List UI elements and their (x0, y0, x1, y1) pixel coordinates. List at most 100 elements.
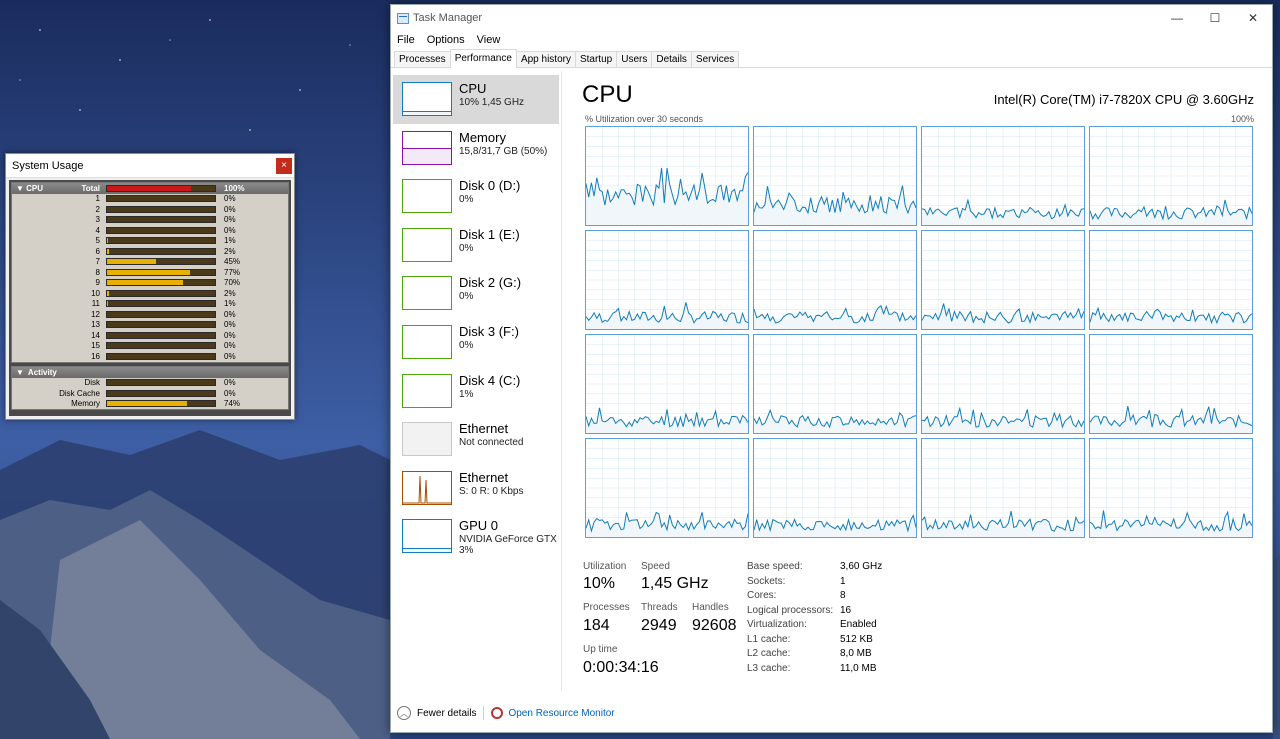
window-controls: — ☐ ✕ (1158, 5, 1272, 31)
cpu-core-graph (1089, 230, 1253, 330)
cpu-core-graph (753, 230, 917, 330)
core-pct: 0% (224, 309, 236, 319)
activity-header[interactable]: ▼ Activity (12, 366, 288, 378)
activity-pct: 0% (224, 378, 236, 388)
spec-key: L1 cache: (747, 633, 791, 645)
utilization-value: 10% (583, 575, 616, 592)
core-row: 6 2% (12, 246, 288, 257)
sidebar-item[interactable]: Disk 2 (G:) 0% (393, 269, 559, 318)
tab-startup[interactable]: Startup (574, 51, 618, 67)
core-rows: 1 0% 2 0% 3 0% 4 0% 5 1% 6 2% 7 45% 8 77% 9 70% 10 2% 11 1% 12… (12, 194, 288, 362)
core-bar (106, 342, 216, 350)
tab-performance[interactable]: Performance (449, 49, 517, 68)
core-bar-fill (107, 259, 156, 265)
spec-value: 11,0 MB (840, 662, 877, 674)
core-bar-fill (107, 248, 110, 254)
core-row: 5 1% (12, 236, 288, 247)
cpu-total-row: ▼ CPU Total 100% (12, 183, 288, 194)
sidebar-thumbnail (402, 325, 452, 359)
menu-view[interactable]: View (477, 34, 501, 46)
sidebar-thumbnail (402, 130, 452, 165)
sidebar-item[interactable]: Disk 0 (D:) 0% (393, 172, 559, 221)
sidebar-item-value: 0% (459, 242, 474, 254)
open-resource-monitor-label: Open Resource Monitor (508, 707, 615, 719)
uptime-label: Up time (583, 644, 618, 655)
menu-bar: File Options View (391, 31, 1272, 49)
core-bar (106, 300, 216, 308)
core-row: 12 0% (12, 309, 288, 320)
sidebar-item[interactable]: CPU 10% 1,45 GHz (393, 75, 559, 124)
utilization-axis-label: % Utilization over 30 seconds (585, 114, 704, 124)
sidebar-item[interactable]: Disk 3 (F:) 0% (393, 318, 559, 367)
sidebar-item-value: NVIDIA GeForce GTX 10! (459, 534, 559, 546)
spec-key: Logical processors: (747, 604, 834, 616)
activity-panel: ▼ Activity Disk 0% Disk Cache 0% Memory 74% (11, 365, 289, 410)
close-button[interactable]: ✕ (1234, 5, 1272, 31)
minimize-button[interactable]: — (1158, 5, 1196, 31)
spec-value: 16 (840, 604, 852, 616)
sidebar-item-value: Not connected (459, 437, 524, 449)
spec-key: Sockets: (747, 575, 786, 587)
chevron-up-icon: ︿ (397, 706, 411, 720)
core-bar (106, 310, 216, 318)
core-row: 14 0% (12, 330, 288, 341)
core-pct: 77% (224, 267, 241, 277)
core-label: 2 (95, 204, 100, 214)
core-row: 13 0% (12, 320, 288, 331)
sidebar-item[interactable]: Memory 15,8/31,7 GB (50%) (393, 124, 559, 173)
core-row: 1 0% (12, 194, 288, 205)
spec-row: Logical processors: 16 (747, 605, 947, 619)
tab-processes[interactable]: Processes (394, 51, 451, 67)
sidebar-thumbnail (402, 179, 452, 214)
open-resource-monitor-link[interactable]: Open Resource Monitor (491, 707, 615, 719)
footer: ︿ Fewer details Open Resource Monitor (391, 702, 1272, 724)
activity-bar (106, 379, 216, 387)
spec-value: 8,0 MB (840, 648, 872, 659)
handles-label: Handles (692, 602, 729, 613)
core-row: 9 70% (12, 278, 288, 289)
titlebar[interactable]: Task Manager — ☐ ✕ (391, 5, 1272, 31)
core-bar (106, 237, 216, 245)
core-bar-fill (107, 301, 109, 307)
sidebar-item[interactable]: Disk 1 (E:) 0% (393, 221, 559, 270)
tab-details[interactable]: Details (651, 51, 692, 67)
sidebar-item[interactable]: Disk 4 (C:) 1% (393, 367, 559, 416)
core-row: 16 0% (12, 351, 288, 362)
core-row: 4 0% (12, 225, 288, 236)
core-bar (106, 216, 216, 224)
core-pct: 45% (224, 257, 241, 267)
sidebar-item-value: 0% (459, 291, 474, 303)
sidebar-thumbnail (402, 276, 452, 311)
sidebar-item-name: GPU 0 (459, 518, 499, 534)
sidebar-item-name: Disk 0 (D:) (459, 178, 521, 194)
system-usage-titlebar[interactable]: System Usage × (6, 154, 294, 178)
tab-services[interactable]: Services (690, 51, 740, 67)
spec-row: L3 cache: 11,0 MB (747, 663, 947, 677)
sidebar-item[interactable]: GPU 0NVIDIA GeForce GTX 10!3% (393, 512, 559, 561)
cpu-core-graph (753, 334, 917, 434)
core-label: 13 (91, 320, 100, 330)
menu-file[interactable]: File (397, 34, 415, 46)
core-label: 4 (95, 225, 100, 235)
menu-options[interactable]: Options (427, 34, 465, 46)
core-pct: 2% (224, 288, 236, 298)
footer-divider (483, 706, 485, 720)
tab-users[interactable]: Users (616, 51, 653, 67)
core-bar (106, 331, 216, 339)
maximize-button[interactable]: ☐ (1196, 5, 1234, 31)
sidebar-item[interactable]: Ethernet S: 0 R: 0 Kbps (393, 464, 559, 513)
cpu-header[interactable]: ▼ CPU (12, 184, 52, 193)
core-pct: 0% (224, 330, 236, 340)
fewer-details-button[interactable]: ︿ Fewer details (397, 706, 476, 720)
sidebar-item-name: Disk 2 (G:) (459, 275, 522, 291)
core-row: 15 0% (12, 341, 288, 352)
close-icon[interactable]: × (276, 158, 292, 174)
sidebar-item[interactable]: Ethernet Not connected (393, 415, 559, 464)
task-manager-icon (397, 12, 409, 24)
tab-app-history[interactable]: App history (515, 51, 576, 67)
spec-value: 8 (840, 590, 846, 601)
total-label: Total (81, 183, 100, 193)
spec-row: Virtualization: Enabled (747, 619, 947, 633)
activity-row: Disk Cache 0% (12, 388, 288, 399)
resource-sidebar: CPU 10% 1,45 GHz Memory 15,8/31,7 GB (50%) D… (391, 71, 562, 691)
